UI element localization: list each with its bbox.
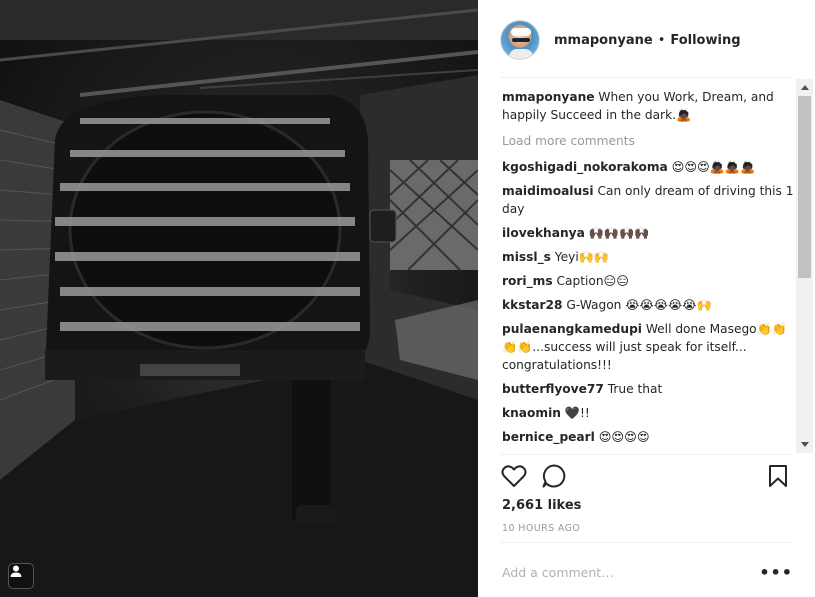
following-button[interactable]: Following — [670, 33, 740, 48]
comment-username[interactable]: pulaenangkamedupi — [502, 322, 642, 336]
more-options-button[interactable]: ••• — [759, 563, 793, 582]
comment-username[interactable]: missl_s — [502, 250, 551, 264]
actions-divider — [500, 454, 791, 455]
likes-count[interactable]: 2,661 likes — [502, 498, 581, 513]
comment-username[interactable]: knaomin — [502, 406, 561, 420]
comment-text: 🙌🏿🙌🏿🙌🏿🙌🏿 — [588, 226, 650, 240]
comment-username[interactable]: kgoshigadi_nokorakoma — [502, 160, 668, 174]
comment-text: G-Wagon 😭😭😭😭😭🙌 — [566, 298, 712, 312]
user-tag-icon[interactable] — [8, 563, 34, 589]
action-bar — [500, 462, 794, 490]
scroll-up-arrow-icon[interactable] — [796, 79, 813, 96]
header-username[interactable]: mmaponyane — [554, 33, 653, 48]
list-item: ilovekhanya 🙌🏿🙌🏿🙌🏿🙌🏿 — [502, 224, 798, 242]
scrollbar-thumb[interactable] — [798, 96, 811, 278]
comment-text: 🖤!! — [564, 406, 590, 420]
comments-list: mmaponyane When you Work, Dream, and hap… — [502, 88, 798, 452]
list-item: butterflyove77 True that — [502, 380, 798, 398]
list-item: maidimoalusi Can only dream of driving t… — [502, 182, 798, 218]
post-photo[interactable] — [0, 0, 478, 597]
header-divider — [500, 77, 791, 78]
load-more-comments-button[interactable]: Load more comments — [502, 132, 798, 150]
comments-scrollbar[interactable] — [796, 79, 813, 453]
comment-username[interactable]: rori_ms — [502, 274, 553, 288]
list-item: rori_ms Caption😑😑 — [502, 272, 798, 290]
list-item: missl_s Yeyi🙌🙌 — [502, 248, 798, 266]
list-item: pulaenangkamedupi Well done Masego👏👏👏👏..… — [502, 320, 798, 374]
comment-username[interactable]: butterflyove77 — [502, 382, 604, 396]
comment-text: 😍😍😍😍 — [598, 430, 650, 444]
comment-text: 😍😍😍🙇🏿🙇🏿🙇🏿 — [671, 160, 756, 174]
comment-username[interactable]: kkstar28 — [502, 298, 563, 312]
comment-username[interactable]: ilovekhanya — [502, 226, 585, 240]
caption-username[interactable]: mmaponyane — [502, 90, 595, 104]
comment-username[interactable]: maidimoalusi — [502, 184, 594, 198]
add-comment-row: ••• — [502, 560, 793, 584]
add-comment-divider — [500, 542, 791, 543]
list-item: kgoshigadi_nokorakoma 😍😍😍🙇🏿🙇🏿🙇🏿 — [502, 158, 798, 176]
comment-bubble-icon[interactable] — [540, 462, 568, 490]
comment-username[interactable]: bernice_pearl — [502, 430, 595, 444]
photo-artwork — [0, 0, 478, 597]
post-timestamp[interactable]: 10 HOURS AGO — [502, 523, 580, 534]
bookmark-icon[interactable] — [764, 462, 792, 490]
caption: mmaponyane When you Work, Dream, and hap… — [502, 88, 798, 124]
comment-text: Caption😑😑 — [556, 274, 629, 288]
heart-icon[interactable] — [500, 462, 528, 490]
list-item: kkstar28 G-Wagon 😭😭😭😭😭🙌 — [502, 296, 798, 314]
scroll-down-arrow-icon[interactable] — [796, 436, 813, 453]
list-item: knaomin 🖤!! — [502, 404, 798, 422]
comment-text: True that — [607, 382, 663, 396]
post-header: mmaponyane • Following — [500, 20, 790, 60]
avatar[interactable] — [500, 20, 540, 60]
list-item: bernice_pearl 😍😍😍😍 — [502, 428, 798, 446]
add-comment-input[interactable] — [502, 564, 752, 580]
comment-text: Yeyi🙌🙌 — [554, 250, 610, 264]
header-separator: • — [657, 32, 666, 48]
